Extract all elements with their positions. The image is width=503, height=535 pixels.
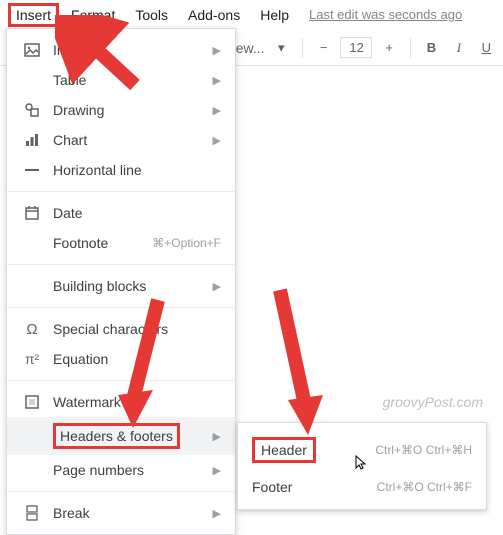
equation-icon: π²	[23, 350, 41, 368]
annotation-arrow	[55, 15, 145, 95]
cursor-icon	[352, 454, 370, 472]
submenu-shortcut-footer: Ctrl+⌘O Ctrl+⌘F	[377, 480, 472, 494]
menu-addons[interactable]: Add-ons	[180, 3, 248, 27]
submenu-label-footer: Footer	[252, 479, 365, 495]
menu-insert[interactable]: Insert	[8, 3, 59, 27]
menu-item-date[interactable]: Date	[7, 198, 235, 228]
menu-item-chart[interactable]: Chart ▶	[7, 125, 235, 155]
submenu-arrow-icon: ▶	[213, 134, 221, 147]
submenu-shortcut-header: Ctrl+⌘O Ctrl+⌘H	[375, 443, 472, 457]
chevron-down-icon[interactable]: ▾	[271, 37, 292, 59]
submenu-arrow-icon: ▶	[213, 280, 221, 293]
submenu-arrow-icon: ▶	[213, 430, 221, 443]
italic-button[interactable]: I	[448, 37, 469, 59]
font-size-increase[interactable]: +	[378, 37, 399, 59]
watermark-text: groovyPost.com	[383, 394, 483, 410]
menu-label-date: Date	[53, 205, 221, 221]
submenu-arrow-icon: ▶	[213, 507, 221, 520]
menu-label-hr: Horizontal line	[53, 162, 221, 178]
horizontal-line-icon	[23, 161, 41, 179]
menu-label-drawing: Drawing	[53, 102, 201, 118]
table-icon	[23, 71, 41, 89]
font-size-input[interactable]: 12	[340, 37, 372, 58]
menu-separator	[7, 264, 235, 265]
break-icon	[23, 504, 41, 522]
menu-separator	[7, 491, 235, 492]
menu-help[interactable]: Help	[252, 3, 297, 27]
submenu-arrow-icon: ▶	[213, 74, 221, 87]
image-icon	[23, 41, 41, 59]
chart-icon	[23, 131, 41, 149]
menu-item-page-numbers[interactable]: Page numbers ▶	[7, 455, 235, 485]
menu-separator	[7, 191, 235, 192]
insert-dropdown: Image ▶ Table ▶ Drawing ▶ Chart ▶ Horizo…	[6, 28, 236, 535]
blocks-icon	[23, 277, 41, 295]
submenu-arrow-icon: ▶	[213, 44, 221, 57]
submenu-arrow-icon: ▶	[213, 464, 221, 477]
submenu-item-footer[interactable]: Footer Ctrl+⌘O Ctrl+⌘F	[238, 471, 486, 503]
font-name-fragment[interactable]: ew...	[236, 40, 265, 56]
underline-button[interactable]: U	[476, 37, 497, 59]
menu-item-horizontal-line[interactable]: Horizontal line	[7, 155, 235, 185]
menu-item-drawing[interactable]: Drawing ▶	[7, 95, 235, 125]
menu-label-break: Break	[53, 505, 201, 521]
menu-shortcut-footnote: ⌘+Option+F	[152, 236, 221, 250]
submenu-label-header: Header	[252, 437, 363, 463]
menu-item-break[interactable]: Break ▶	[7, 498, 235, 528]
annotation-arrow	[108, 290, 178, 430]
drawing-icon	[23, 101, 41, 119]
menu-label-footnote: Footnote	[53, 235, 140, 251]
font-size-decrease[interactable]: −	[313, 37, 334, 59]
date-icon	[23, 204, 41, 222]
watermark-icon	[23, 393, 41, 411]
bold-button[interactable]: B	[421, 37, 442, 59]
menu-label-pagenum: Page numbers	[53, 462, 201, 478]
page-numbers-icon	[23, 461, 41, 479]
submenu-arrow-icon: ▶	[213, 104, 221, 117]
special-char-icon: Ω	[23, 320, 41, 338]
menu-label-chart: Chart	[53, 132, 201, 148]
footnote-icon	[23, 234, 41, 252]
last-edit-link[interactable]: Last edit was seconds ago	[301, 3, 470, 26]
annotation-arrow	[260, 280, 340, 440]
menu-item-footnote[interactable]: Footnote ⌘+Option+F	[7, 228, 235, 258]
headers-footers-icon	[23, 427, 41, 445]
